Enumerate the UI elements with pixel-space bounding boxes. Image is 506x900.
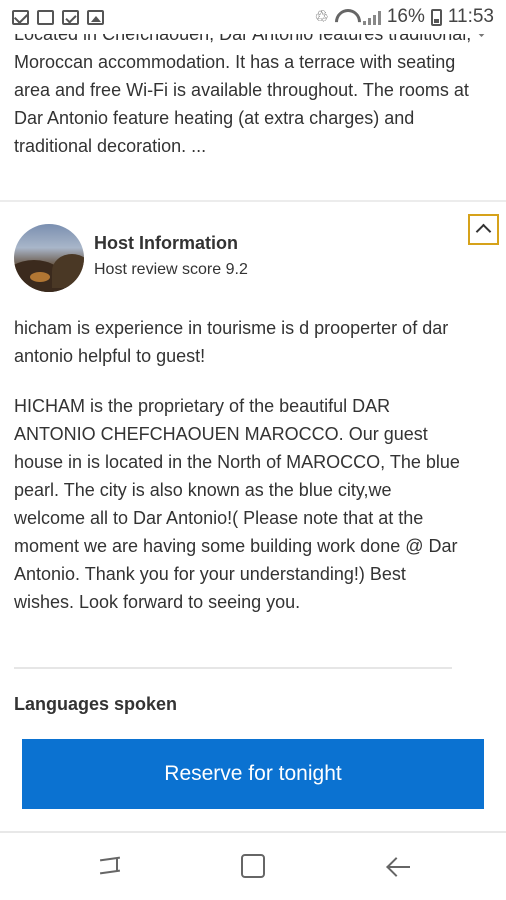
chevron-up-icon xyxy=(475,223,492,240)
section-divider xyxy=(0,200,506,202)
system-status: ♲ 16% 11:53 xyxy=(314,6,494,28)
host-review-score: Host review score 9.2 xyxy=(94,261,248,278)
languages-spoken-title: Languages spoken xyxy=(14,694,178,714)
collapse-section-button[interactable] xyxy=(468,214,499,245)
voicemail-icon xyxy=(37,9,54,25)
signal-icon xyxy=(362,9,381,25)
section-divider xyxy=(14,667,452,669)
host-bio: HICHAM is the proprietary of the beautif… xyxy=(14,396,460,612)
property-description: Located in Chefchaouen, Dar Antonio feat… xyxy=(14,24,472,156)
image-icon xyxy=(87,9,104,25)
mail-icon xyxy=(12,9,29,25)
back-icon[interactable] xyxy=(386,855,410,879)
battery-icon xyxy=(430,8,442,26)
reserve-button[interactable]: Reserve for tonight xyxy=(22,739,484,809)
android-nav-bar xyxy=(0,833,506,900)
clock: 11:53 xyxy=(447,6,494,27)
battery-percent: 16% xyxy=(386,6,425,27)
recent-apps-icon[interactable] xyxy=(98,855,122,877)
wifi-icon xyxy=(335,9,357,25)
recycle-icon: ♲ xyxy=(314,9,329,26)
notification-icons xyxy=(12,9,104,25)
host-info-title: Host Information xyxy=(94,233,238,253)
home-icon[interactable] xyxy=(241,854,265,878)
host-summary: hicham is experience in tourisme is d pr… xyxy=(14,318,449,366)
status-bar: ♲ 16% 11:53 xyxy=(0,0,506,34)
checklist-icon xyxy=(62,9,79,25)
host-avatar xyxy=(14,224,84,292)
